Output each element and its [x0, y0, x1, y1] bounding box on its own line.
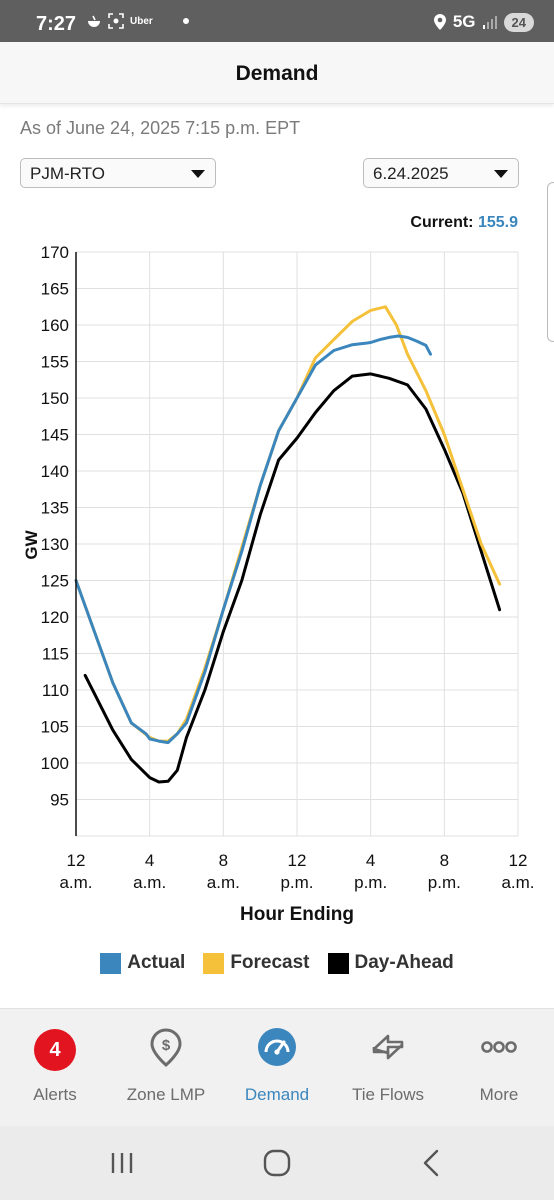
- nav-alerts[interactable]: 4 Alerts: [0, 1009, 110, 1127]
- x-tick-sublabel: p.m.: [280, 873, 313, 892]
- signal-icon: [482, 16, 497, 29]
- chart-grid: [76, 251, 519, 837]
- more-dots-icon: [481, 1041, 517, 1053]
- bottom-nav: 4 Alerts $ Zone LMP Demand Tie Flows Mor: [0, 1008, 554, 1126]
- x-tick-sublabel: a.m.: [133, 873, 166, 892]
- gauge-icon: [258, 1028, 296, 1066]
- x-axis-ticks: 12 a.m. 4 a.m. 8 a.m. 12 p.m. 4 p.m. 8 p.m. 12 a.m.: [59, 851, 534, 892]
- status-bar: 7:27 Uber 5G 24: [0, 0, 554, 42]
- network-type: 5G: [452, 12, 476, 31]
- x-tick-sublabel: a.m.: [207, 873, 240, 892]
- y-tick-label: 105: [41, 718, 69, 737]
- y-axis-label: GW: [22, 529, 41, 559]
- y-tick-label: 150: [41, 389, 69, 408]
- status-notification-icons: Uber: [86, 13, 189, 29]
- nav-zone-lmp[interactable]: $ Zone LMP: [111, 1009, 221, 1127]
- y-tick-label: 110: [42, 681, 69, 700]
- nav-label-tie-flows: Tie Flows: [351, 1085, 425, 1104]
- legend-label-forecast: Forecast: [230, 952, 310, 973]
- nav-more[interactable]: More: [444, 1009, 554, 1127]
- map-pin-dollar-icon: $: [150, 1028, 182, 1067]
- region-select[interactable]: PJM-RTO: [20, 158, 216, 188]
- x-tick-label: 12: [67, 851, 86, 870]
- legend-item-actual[interactable]: Actual: [100, 952, 185, 974]
- x-tick-label: 4: [145, 851, 154, 870]
- notification-dot-icon: [182, 18, 189, 24]
- y-tick-label: 165: [41, 280, 69, 299]
- system-nav-bar: [0, 1126, 554, 1200]
- y-tick-label: 95: [50, 791, 69, 810]
- x-tick-label: 4: [366, 851, 375, 870]
- legend-label-actual: Actual: [127, 952, 186, 973]
- y-tick-label: 170: [41, 243, 69, 262]
- food-bowl-icon: [88, 15, 100, 27]
- x-tick-label: 12: [509, 851, 528, 870]
- series-line-day-ahead: [83, 372, 502, 784]
- y-tick-label: 125: [41, 572, 69, 591]
- back-icon[interactable]: [412, 1146, 452, 1180]
- legend-label-day-ahead: Day-Ahead: [354, 952, 454, 973]
- uber-status-label: Uber: [130, 15, 153, 27]
- nav-label-demand: Demand: [244, 1085, 310, 1104]
- status-right: 5G 24: [433, 12, 534, 32]
- series-line-forecast: [74, 305, 502, 743]
- y-tick-label: 145: [41, 426, 69, 445]
- chevron-down-icon: [494, 170, 508, 178]
- recent-apps-icon[interactable]: [102, 1146, 142, 1180]
- screenshot-icon: [108, 13, 124, 29]
- nav-label-zone-lmp: Zone LMP: [126, 1085, 206, 1104]
- y-tick-label: 115: [42, 645, 69, 664]
- demand-chart: 95 100 105 110 115 120 125 130 135 140 145 150 155 16…: [22, 243, 535, 925]
- region-select-value: PJM-RTO: [30, 164, 105, 183]
- y-tick-label: 135: [41, 499, 69, 518]
- date-select[interactable]: 6.24.2025: [363, 158, 519, 188]
- legend-swatch-actual: [100, 952, 122, 974]
- y-tick-label: 155: [41, 353, 69, 372]
- x-tick-label: 8: [440, 851, 449, 870]
- y-tick-label: 130: [41, 535, 69, 554]
- y-axis-ticks: 95 100 105 110 115 120 125 130 135 140 145 150 155 16…: [41, 243, 69, 810]
- x-tick-label: 8: [219, 851, 228, 870]
- x-tick-sublabel: a.m.: [501, 873, 534, 892]
- alerts-badge: 4: [34, 1029, 76, 1071]
- chevron-down-icon: [191, 170, 205, 178]
- legend-item-forecast[interactable]: Forecast: [203, 952, 310, 974]
- as-of-timestamp: As of June 24, 2025 7:15 p.m. EPT: [20, 118, 301, 138]
- y-tick-label: 100: [41, 754, 69, 773]
- tie-flows-arrows-icon: [372, 1034, 404, 1060]
- x-tick-sublabel: p.m.: [354, 873, 387, 892]
- x-tick-sublabel: a.m.: [59, 873, 92, 892]
- nav-label-more: More: [479, 1085, 519, 1104]
- svg-text:$: $: [162, 1037, 171, 1054]
- chart-legend: Actual Forecast Day-Ahead: [0, 952, 554, 974]
- home-icon[interactable]: [257, 1146, 297, 1180]
- status-time: 7:27: [36, 13, 77, 35]
- nav-label-alerts: Alerts: [33, 1085, 77, 1104]
- app-header: Demand: [0, 42, 554, 104]
- legend-swatch-day-ahead: [327, 952, 349, 974]
- y-tick-label: 140: [41, 462, 69, 481]
- date-select-value: 6.24.2025: [373, 164, 449, 183]
- page-title: Demand: [235, 62, 319, 85]
- location-icon: [433, 14, 446, 30]
- x-tick-sublabel: p.m.: [428, 873, 461, 892]
- legend-item-day-ahead[interactable]: Day-Ahead: [327, 952, 454, 974]
- x-axis-label: Hour Ending: [240, 904, 354, 925]
- battery-level: 24: [503, 12, 534, 32]
- current-value: 155.9: [477, 214, 518, 231]
- y-tick-label: 120: [41, 608, 69, 627]
- nav-demand[interactable]: Demand: [222, 1009, 332, 1127]
- nav-tie-flows[interactable]: Tie Flows: [333, 1009, 443, 1127]
- x-tick-label: 12: [288, 851, 307, 870]
- current-label: Current:: [410, 214, 474, 231]
- y-tick-label: 160: [41, 316, 69, 335]
- legend-swatch-forecast: [203, 952, 225, 974]
